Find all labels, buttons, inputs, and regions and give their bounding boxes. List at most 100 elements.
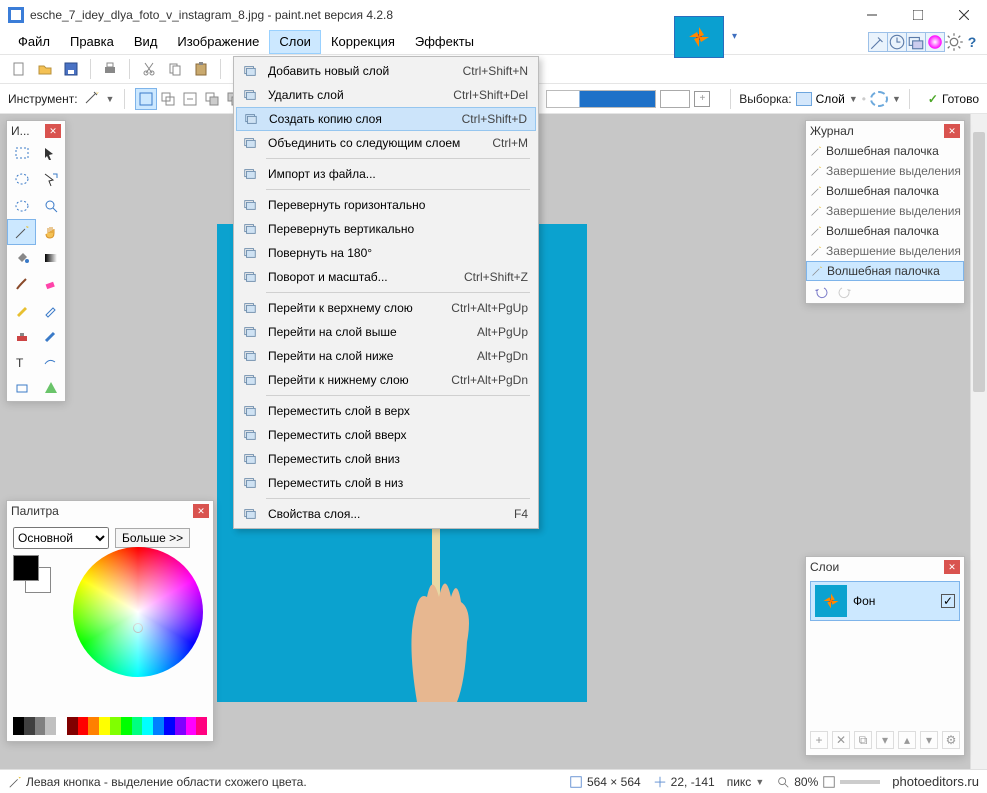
- history-row[interactable]: Завершение выделения палочкой: [806, 201, 964, 221]
- recolor-tool[interactable]: [36, 323, 65, 349]
- add-layer-icon[interactable]: +: [810, 731, 828, 749]
- open-file-icon[interactable]: [34, 58, 56, 80]
- menu-item-rotate-180[interactable]: Повернуть на 180°: [236, 241, 536, 265]
- clone-tool[interactable]: [7, 323, 36, 349]
- dropdown-arrow-icon[interactable]: ▼: [892, 94, 901, 104]
- eyedropper-tool[interactable]: [36, 297, 65, 323]
- menu-item-move-up[interactable]: Переместить слой вверх: [236, 423, 536, 447]
- properties-icon[interactable]: ⚙: [942, 731, 960, 749]
- status-units[interactable]: пикс: [727, 775, 752, 789]
- ellipse-select-tool[interactable]: [7, 193, 36, 219]
- paste-icon[interactable]: [190, 58, 212, 80]
- dropdown-arrow-icon[interactable]: ▼: [849, 94, 858, 104]
- menu-item-add-layer[interactable]: Добавить новый слойCtrl+Shift+N: [236, 59, 536, 83]
- save-icon[interactable]: [60, 58, 82, 80]
- menu-item-rotate-zoom[interactable]: Поворот и масштаб...Ctrl+Shift+Z: [236, 265, 536, 289]
- lasso-tool[interactable]: [7, 167, 36, 193]
- menu-effects[interactable]: Эффекты: [405, 30, 484, 54]
- menu-item-move-top[interactable]: Переместить слой в верх: [236, 399, 536, 423]
- layers-window[interactable]: Слои ✕ Фон ✓ + ✕ ⧉ ▾ ▴ ▾ ⚙: [805, 556, 965, 756]
- history-row[interactable]: Волшебная палочка: [806, 141, 964, 161]
- magic-wand-tool[interactable]: [7, 219, 36, 245]
- layers-window-title[interactable]: Слои ✕: [806, 557, 964, 577]
- mode-subtract-icon[interactable]: [179, 88, 201, 110]
- document-thumb[interactable]: [674, 16, 724, 58]
- delete-layer-icon[interactable]: ✕: [832, 731, 850, 749]
- eraser-tool[interactable]: [36, 271, 65, 297]
- rect-select-tool[interactable]: [7, 141, 36, 167]
- menu-file[interactable]: Файл: [8, 30, 60, 54]
- bucket-tool[interactable]: [7, 245, 36, 271]
- palette-window-title[interactable]: Палитра ✕: [7, 501, 213, 521]
- line-tool[interactable]: [7, 375, 36, 401]
- util-tools-icon[interactable]: [868, 32, 888, 52]
- color-swatch-pair[interactable]: [13, 555, 55, 597]
- menu-item-duplicate-layer[interactable]: Создать копию слояCtrl+Shift+D: [236, 107, 536, 131]
- maximize-button[interactable]: [895, 0, 941, 30]
- menu-item-merge-down[interactable]: Объединить со следующим слоемCtrl+M: [236, 131, 536, 155]
- menu-item-down[interactable]: Перейти на слой нижеAlt+PgDn: [236, 344, 536, 368]
- zoom-tool[interactable]: [36, 193, 65, 219]
- pan-tool[interactable]: [36, 219, 65, 245]
- move-tool[interactable]: [36, 167, 65, 193]
- selection-scope-value[interactable]: Слой: [816, 92, 845, 106]
- menu-item-properties[interactable]: Свойства слоя...F4: [236, 502, 536, 526]
- vertical-scrollbar[interactable]: [970, 114, 987, 769]
- move-down-icon[interactable]: ▾: [920, 731, 938, 749]
- history-row[interactable]: Волшебная палочка: [806, 181, 964, 201]
- redo-icon[interactable]: [836, 284, 854, 300]
- tools-window-title[interactable]: И... ✕: [7, 121, 65, 141]
- history-row[interactable]: Завершение выделения палочкой: [806, 241, 964, 261]
- tolerance-plus-icon[interactable]: +: [694, 91, 710, 107]
- help-icon[interactable]: ?: [963, 32, 981, 52]
- selection-shape-icon[interactable]: [870, 91, 888, 107]
- color-role-select[interactable]: Основной: [13, 527, 109, 549]
- undo-icon[interactable]: [812, 284, 830, 300]
- close-icon[interactable]: ✕: [944, 560, 960, 574]
- zoom-fit-icon[interactable]: [822, 775, 836, 789]
- new-file-icon[interactable]: [8, 58, 30, 80]
- history-window[interactable]: Журнал ✕ Волшебная палочкаЗавершение выд…: [805, 120, 965, 304]
- history-row[interactable]: Волшебная палочка: [806, 221, 964, 241]
- zoom-icon[interactable]: [776, 775, 790, 789]
- util-colors-icon[interactable]: [925, 32, 945, 52]
- menu-image[interactable]: Изображение: [167, 30, 269, 54]
- history-row[interactable]: Волшебная палочка: [806, 261, 964, 281]
- menu-item-import[interactable]: Импорт из файла...: [236, 162, 536, 186]
- menu-item-to-bottom[interactable]: Перейти к нижнему слоюCtrl+Alt+PgDn: [236, 368, 536, 392]
- move-up-icon[interactable]: ▴: [898, 731, 916, 749]
- cut-icon[interactable]: [138, 58, 160, 80]
- menu-item-flip-v[interactable]: Перевернуть вертикально: [236, 217, 536, 241]
- menu-item-to-top[interactable]: Перейти к верхнему слоюCtrl+Alt+PgUp: [236, 296, 536, 320]
- more-button[interactable]: Больше >>: [115, 528, 190, 548]
- palette-window[interactable]: Палитра ✕ Основной Больше >>: [6, 500, 214, 742]
- menu-layers[interactable]: Слои: [269, 30, 321, 54]
- layer-row[interactable]: Фон ✓: [810, 581, 960, 621]
- menu-edit[interactable]: Правка: [60, 30, 124, 54]
- util-history-icon[interactable]: [887, 32, 907, 52]
- shapes-tool[interactable]: [36, 349, 65, 375]
- layer-visible-checkbox[interactable]: ✓: [941, 594, 955, 608]
- menu-item-move-down[interactable]: Переместить слой вниз: [236, 447, 536, 471]
- chevron-down-icon[interactable]: ▾: [732, 31, 737, 42]
- zoom-slider[interactable]: [840, 780, 880, 784]
- dropdown-arrow-icon[interactable]: ▼: [106, 94, 115, 104]
- color-wheel[interactable]: [73, 547, 203, 677]
- brush-tool[interactable]: [7, 271, 36, 297]
- duplicate-layer-icon[interactable]: ⧉: [854, 731, 872, 749]
- menu-item-delete-layer[interactable]: Удалить слойCtrl+Shift+Del: [236, 83, 536, 107]
- close-icon[interactable]: ✕: [193, 504, 209, 518]
- settings-icon[interactable]: [944, 32, 964, 52]
- minimize-button[interactable]: [849, 0, 895, 30]
- util-layers-icon[interactable]: [906, 32, 926, 52]
- mode-replace-icon[interactable]: [135, 88, 157, 110]
- color-strip[interactable]: [13, 717, 207, 735]
- tools-window[interactable]: И... ✕ T: [6, 120, 66, 402]
- menu-item-flip-h[interactable]: Перевернуть горизонтально: [236, 193, 536, 217]
- menu-item-move-bottom[interactable]: Переместить слой в низ: [236, 471, 536, 495]
- copy-icon[interactable]: [164, 58, 186, 80]
- pencil-tool[interactable]: [7, 297, 36, 323]
- close-icon[interactable]: ✕: [944, 124, 960, 138]
- close-button[interactable]: [941, 0, 987, 30]
- move-selection-tool[interactable]: [36, 141, 65, 167]
